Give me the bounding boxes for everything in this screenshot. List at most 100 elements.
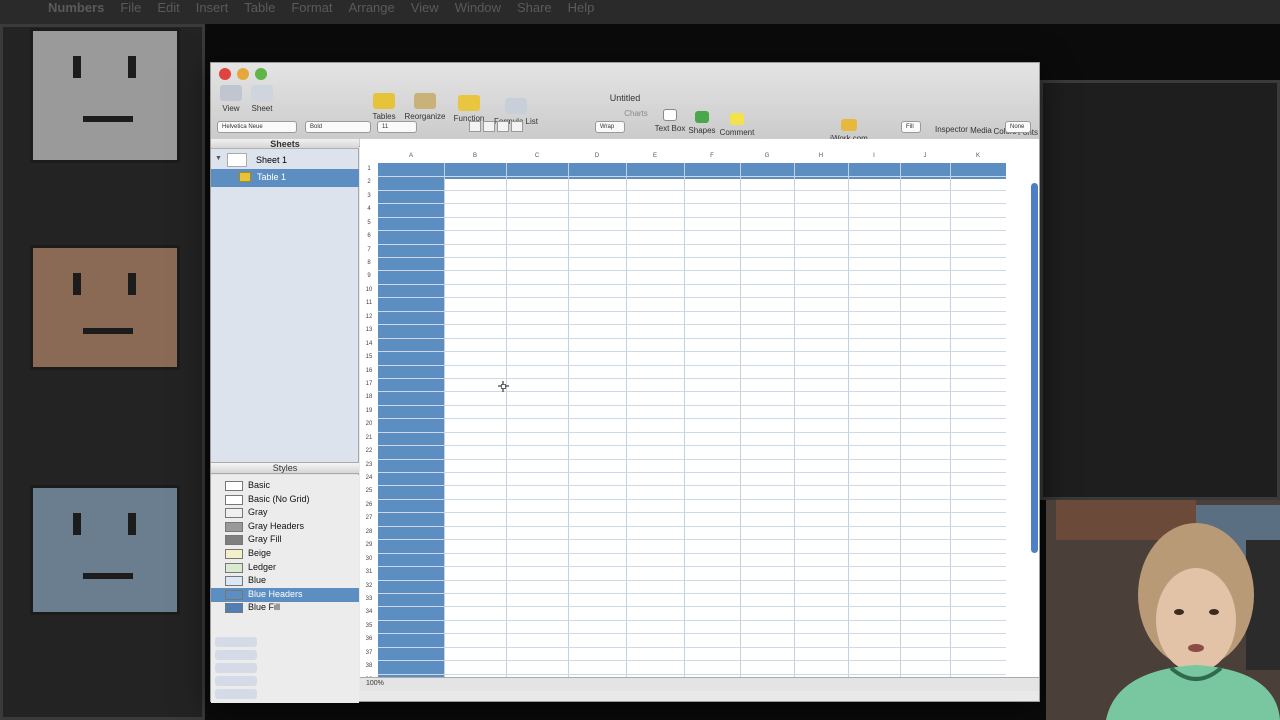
row-header[interactable]: 11 — [360, 300, 378, 313]
zoom-button[interactable] — [255, 68, 267, 80]
row-header[interactable]: 12 — [360, 314, 378, 327]
row-header[interactable]: 36 — [360, 636, 378, 649]
row-header[interactable]: 32 — [360, 583, 378, 596]
table-item-selected[interactable]: Table 1 — [211, 169, 359, 187]
menu-item-numbers[interactable]: Numbers — [48, 0, 104, 15]
style-item[interactable]: Gray Fill — [211, 533, 359, 547]
column-divider — [506, 163, 507, 687]
column-header[interactable]: D — [568, 153, 626, 163]
row-header[interactable]: 30 — [360, 556, 378, 569]
row-divider — [378, 673, 1006, 675]
menu-item-view[interactable]: View — [411, 0, 439, 15]
row-header[interactable]: 15 — [360, 354, 378, 367]
disclosure-triangle-icon[interactable]: ▼ — [215, 155, 222, 162]
row-header[interactable]: 13 — [360, 327, 378, 340]
row-header[interactable]: 4 — [360, 206, 378, 219]
fill-select[interactable]: Fill — [901, 121, 921, 133]
row-header[interactable]: 19 — [360, 408, 378, 421]
row-header[interactable]: 16 — [360, 368, 378, 381]
style-item[interactable]: Basic (No Grid) — [211, 493, 359, 507]
row-header[interactable]: 9 — [360, 273, 378, 286]
row-header[interactable]: 24 — [360, 475, 378, 488]
align-justify-button[interactable] — [511, 121, 523, 132]
row-header[interactable]: 34 — [360, 609, 378, 622]
row-header[interactable]: 23 — [360, 462, 378, 475]
column-header[interactable]: J — [900, 153, 950, 163]
style-item[interactable]: Blue — [211, 574, 359, 588]
style-swatch — [225, 508, 243, 519]
menu-item-help[interactable]: Help — [568, 0, 595, 15]
column-header[interactable]: H — [794, 153, 848, 163]
column-header[interactable]: B — [444, 153, 506, 163]
style-swatch — [225, 549, 243, 559]
row-header[interactable]: 17 — [360, 381, 378, 394]
menu-item-edit[interactable]: Edit — [157, 0, 179, 15]
row-header[interactable]: 8 — [360, 260, 378, 273]
style-label: Gray Fill — [248, 534, 282, 545]
zoom-select[interactable]: 100% — [366, 680, 384, 687]
style-item[interactable]: Gray — [211, 506, 359, 520]
table-grid[interactable] — [378, 163, 1006, 687]
vertical-scrollbar[interactable] — [1031, 183, 1038, 553]
wallpaper-face-icon — [30, 28, 180, 163]
style-label: Blue — [248, 575, 267, 586]
menu-item-window[interactable]: Window — [455, 0, 501, 15]
row-header[interactable]: 22 — [360, 448, 378, 461]
row-header[interactable]: 26 — [360, 502, 378, 515]
row-header[interactable]: 21 — [360, 435, 378, 448]
row-header[interactable]: 29 — [360, 542, 378, 555]
none-select[interactable]: None — [1005, 121, 1031, 133]
column-header[interactable]: F — [684, 153, 740, 163]
align-right-button[interactable] — [497, 121, 509, 132]
row-header[interactable]: 31 — [360, 569, 378, 582]
row-header[interactable]: 33 — [360, 596, 378, 609]
row-header[interactable]: 7 — [360, 247, 378, 260]
sheet-item[interactable]: ▼ Sheet 1 — [211, 151, 359, 169]
style-item[interactable]: Basic — [211, 479, 359, 493]
row-header[interactable]: 35 — [360, 623, 378, 636]
minimize-button[interactable] — [237, 68, 249, 80]
style-item[interactable]: Ledger — [211, 561, 359, 575]
column-header[interactable]: G — [740, 153, 794, 163]
row-header[interactable]: 14 — [360, 341, 378, 354]
align-left-button[interactable] — [469, 121, 481, 132]
row-header[interactable]: 38 — [360, 663, 378, 676]
style-item[interactable]: Beige — [211, 547, 359, 561]
menu-item-format[interactable]: Format — [291, 0, 332, 15]
row-header[interactable]: 18 — [360, 394, 378, 407]
font-family-select[interactable]: Helvetica Neue — [217, 121, 297, 133]
row-header[interactable]: 2 — [360, 179, 378, 192]
menu-item-arrange[interactable]: Arrange — [348, 0, 394, 15]
menu-item-insert[interactable]: Insert — [196, 0, 229, 15]
spreadsheet-canvas[interactable]: ABCDEFGHIJK 1 2 3 4 5 6 7 8 9 10 11 12 13 14 15 16 17 18 1… — [360, 139, 1039, 687]
row-divider — [378, 243, 1006, 245]
row-header[interactable]: 27 — [360, 515, 378, 528]
column-header[interactable]: E — [626, 153, 684, 163]
column-header[interactable]: A — [378, 153, 444, 163]
close-button[interactable] — [219, 68, 231, 80]
row-header[interactable]: 5 — [360, 220, 378, 233]
row-header[interactable]: 25 — [360, 488, 378, 501]
row-header[interactable]: 1 — [360, 166, 378, 179]
row-header[interactable]: 3 — [360, 193, 378, 206]
row-header[interactable]: 10 — [360, 287, 378, 300]
sheet-button[interactable]: Sheet — [249, 85, 275, 113]
column-header[interactable]: C — [506, 153, 568, 163]
view-button[interactable]: View — [219, 85, 243, 113]
font-size-select[interactable]: 11 — [377, 121, 417, 133]
style-item[interactable]: Blue Headers — [211, 587, 359, 602]
font-style-select[interactable]: Bold — [305, 121, 371, 133]
style-item[interactable]: Gray Headers — [211, 520, 359, 534]
row-header[interactable]: 20 — [360, 421, 378, 434]
align-center-button[interactable] — [483, 121, 495, 132]
row-header[interactable]: 28 — [360, 529, 378, 542]
wrap-toggle[interactable]: Wrap — [595, 121, 625, 133]
column-header[interactable]: I — [848, 153, 900, 163]
row-header[interactable]: 6 — [360, 233, 378, 246]
menu-item-file[interactable]: File — [120, 0, 141, 15]
row-header[interactable]: 37 — [360, 650, 378, 663]
style-item[interactable]: Blue Fill — [211, 601, 359, 615]
column-header[interactable]: K — [950, 153, 1006, 163]
menu-item-table[interactable]: Table — [244, 0, 275, 15]
menu-item-share[interactable]: Share — [517, 0, 552, 15]
